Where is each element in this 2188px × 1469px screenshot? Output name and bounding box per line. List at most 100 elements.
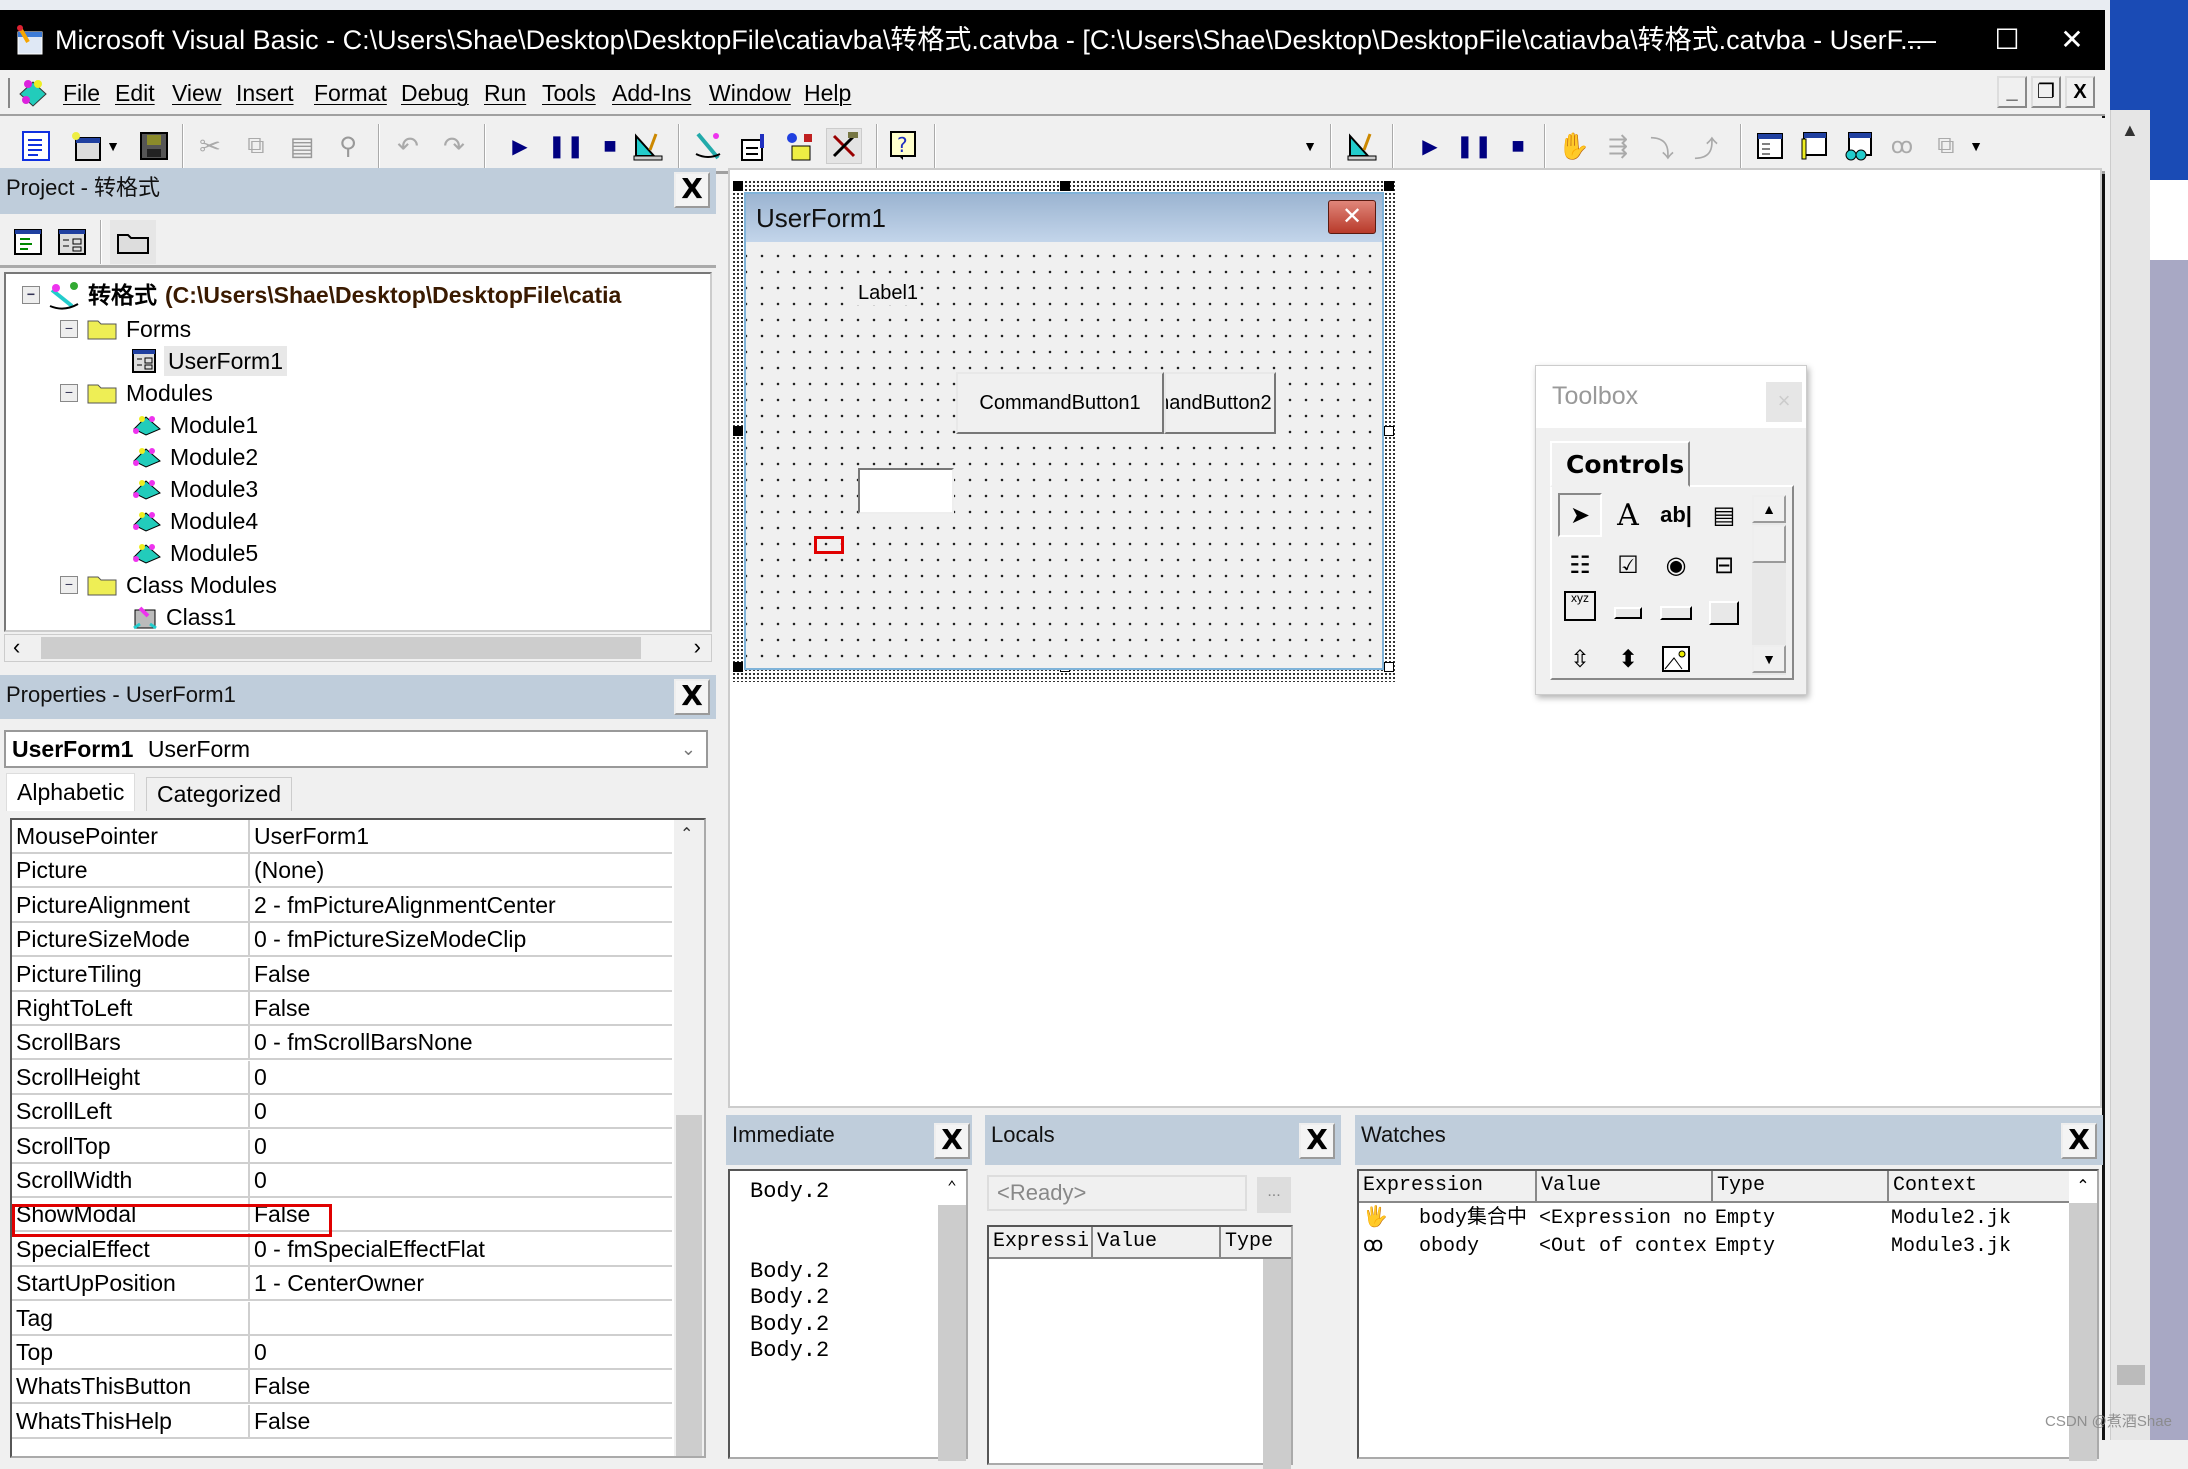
column-header-type[interactable]: Type <box>1713 1171 1889 1203</box>
project-close-button[interactable]: X <box>674 172 710 208</box>
tree-item-module1[interactable]: Module1 <box>132 410 258 440</box>
property-value[interactable]: False <box>248 992 672 1026</box>
locals-close-button[interactable]: X <box>1299 1123 1335 1159</box>
tab-controls[interactable]: Controls <box>1550 441 1690 487</box>
locals-window-icon[interactable] <box>1752 128 1788 164</box>
property-value[interactable]: 0 - fmPictureSizeModeClip <box>248 923 672 958</box>
toolbar-options-arrow-icon-2[interactable]: ▼ <box>1966 128 1986 164</box>
command-button-1[interactable]: CommandButton1 <box>956 372 1164 434</box>
design-mode-icon-2[interactable] <box>1344 128 1380 164</box>
immediate-window-icon[interactable] <box>1796 128 1832 164</box>
menu-insert[interactable]: Insert <box>236 78 294 108</box>
userform-close-button[interactable]: ✕ <box>1328 200 1376 234</box>
design-mode-icon[interactable] <box>630 128 666 164</box>
collapse-icon[interactable]: − <box>22 286 40 304</box>
collapse-icon[interactable]: − <box>60 576 78 594</box>
object-browser-icon[interactable] <box>782 128 818 164</box>
watches-close-button[interactable]: X <box>2061 1123 2097 1159</box>
multipage-tool-icon[interactable] <box>1702 591 1746 635</box>
property-value[interactable]: 0 <box>248 1336 672 1370</box>
collapse-icon[interactable]: − <box>60 320 78 338</box>
insert-userform-icon[interactable] <box>68 128 104 164</box>
checkbox-tool-icon[interactable]: ☑ <box>1606 543 1650 587</box>
tabstrip-tool-icon[interactable] <box>1654 591 1698 635</box>
property-value[interactable]: 0 <box>248 1129 672 1164</box>
property-row[interactable]: SpecialEffect 0 - fmSpecialEffectFlat <box>12 1232 672 1267</box>
property-row[interactable]: RightToLeft False <box>12 992 672 1026</box>
property-row[interactable]: PictureAlignment 2 - fmPictureAlignmentCe… <box>12 888 672 923</box>
label1[interactable]: Label1 <box>856 282 921 305</box>
property-row[interactable]: PictureSizeMode 0 - fmPictureSizeModeClip <box>12 923 672 958</box>
textbox-tool-icon[interactable]: ab| <box>1654 493 1698 537</box>
menu-tools[interactable]: Tools <box>542 78 596 108</box>
immediate-close-button[interactable]: X <box>934 1123 970 1159</box>
property-value[interactable] <box>248 1301 672 1336</box>
paste-icon[interactable]: ▤ <box>284 128 320 164</box>
textbox1[interactable] <box>858 468 954 514</box>
scroll-right-icon[interactable]: › <box>694 635 701 659</box>
minimize-button[interactable]: — <box>1890 10 1954 70</box>
property-row[interactable]: Picture (None) <box>12 854 672 889</box>
menu-add-ins[interactable]: Add-Ins <box>612 78 691 108</box>
scrollbar-tool-icon[interactable]: ⇳ <box>1558 637 1602 681</box>
tab-categorized[interactable]: Categorized <box>146 777 293 811</box>
vb-menu-icon[interactable] <box>16 76 50 110</box>
toolbar-options-arrow-icon[interactable]: ▼ <box>1300 128 1320 164</box>
close-button[interactable]: ✕ <box>2040 10 2104 70</box>
watch-window-icon[interactable] <box>1840 128 1876 164</box>
menu-help[interactable]: Help <box>804 78 851 108</box>
property-value[interactable]: 0 - fmSpecialEffectFlat <box>248 1232 672 1267</box>
property-value[interactable]: 2 - fmPictureAlignmentCenter <box>248 888 672 923</box>
watch-row[interactable]: 🖐 body集合中 <Expression no Empty Module2.jk <box>1359 1205 2067 1233</box>
immediate-scrollbar[interactable]: ⌃ <box>938 1171 966 1461</box>
userform1[interactable]: UserForm1 ✕ Label1 CommandButton1 Comman… <box>744 192 1384 670</box>
property-row[interactable]: Top 0 <box>12 1336 672 1370</box>
menu-edit[interactable]: Edit <box>115 78 155 108</box>
break-icon[interactable]: ❚❚ <box>548 128 585 164</box>
call-stack-button[interactable]: ... <box>1257 1177 1291 1213</box>
property-row[interactable]: WhatsThisHelp False <box>12 1404 672 1439</box>
toolbox-close-button[interactable]: × <box>1766 382 1802 422</box>
scroll-left-icon[interactable]: ‹ <box>13 635 20 659</box>
toggle-breakpoint-icon[interactable]: ✋ <box>1556 128 1592 164</box>
optionbutton-tool-icon[interactable]: ◉ <box>1654 543 1698 587</box>
view-object-icon[interactable] <box>54 224 90 260</box>
column-header-type[interactable]: Type <box>1221 1227 1291 1259</box>
reset-icon[interactable]: ■ <box>592 128 628 164</box>
property-value[interactable]: 1 - CenterOwner <box>248 1267 672 1302</box>
listbox-tool-icon[interactable]: ☷ <box>1558 543 1602 587</box>
property-value[interactable]: 0 <box>248 1095 672 1130</box>
spinbutton-tool-icon[interactable]: ⬍ <box>1606 637 1650 681</box>
scroll-up-icon[interactable]: ⌃ <box>2069 1171 2097 1203</box>
command-button-2[interactable]: CommandButton2 <box>1164 372 1276 434</box>
project-explorer-icon[interactable] <box>690 128 726 164</box>
debug-break-icon[interactable]: ❚❚ <box>1456 128 1493 164</box>
property-value[interactable]: (None) <box>248 854 672 889</box>
resize-handle[interactable] <box>1384 426 1394 436</box>
debug-reset-icon[interactable]: ■ <box>1500 128 1536 164</box>
tree-folder-modules[interactable]: − Modules <box>60 378 213 408</box>
tree-folder-forms[interactable]: − Forms <box>60 314 191 344</box>
label-tool-icon[interactable]: A <box>1606 493 1650 537</box>
step-out-icon[interactable]: ⤴ <box>1688 128 1724 164</box>
help-icon[interactable]: ? <box>886 128 922 164</box>
scroll-thumb[interactable] <box>41 637 641 659</box>
project-horizontal-scrollbar[interactable]: ‹ › <box>4 634 712 662</box>
select-objects-icon[interactable]: ➤ <box>1558 493 1602 537</box>
menu-format[interactable]: Format <box>314 78 387 108</box>
copy-icon[interactable]: ⧉ <box>238 128 274 164</box>
property-value[interactable]: False <box>248 957 672 992</box>
column-header-value[interactable]: Value <box>1093 1227 1221 1259</box>
background-scrollbar[interactable]: ▲ <box>2110 110 2150 1440</box>
view-excel-icon[interactable] <box>18 128 54 164</box>
tree-root[interactable]: − 转格式 (C:\Users\Shae\Desktop\DesktopFile… <box>22 280 621 310</box>
watch-row[interactable]: ꝏ obody <Out of contex Empty Module3.jk <box>1359 1233 2067 1261</box>
properties-window-icon[interactable] <box>736 128 772 164</box>
step-over-icon[interactable]: ⤵ <box>1644 128 1680 164</box>
property-value[interactable]: 0 <box>248 1060 672 1095</box>
property-value[interactable]: 0 - fmScrollBarsNone <box>248 1026 672 1061</box>
property-row[interactable]: ScrollHeight 0 <box>12 1060 672 1095</box>
property-row[interactable]: ScrollBars 0 - fmScrollBarsNone <box>12 1026 672 1061</box>
resize-handle[interactable] <box>1384 662 1394 672</box>
property-value[interactable]: False <box>248 1404 672 1439</box>
